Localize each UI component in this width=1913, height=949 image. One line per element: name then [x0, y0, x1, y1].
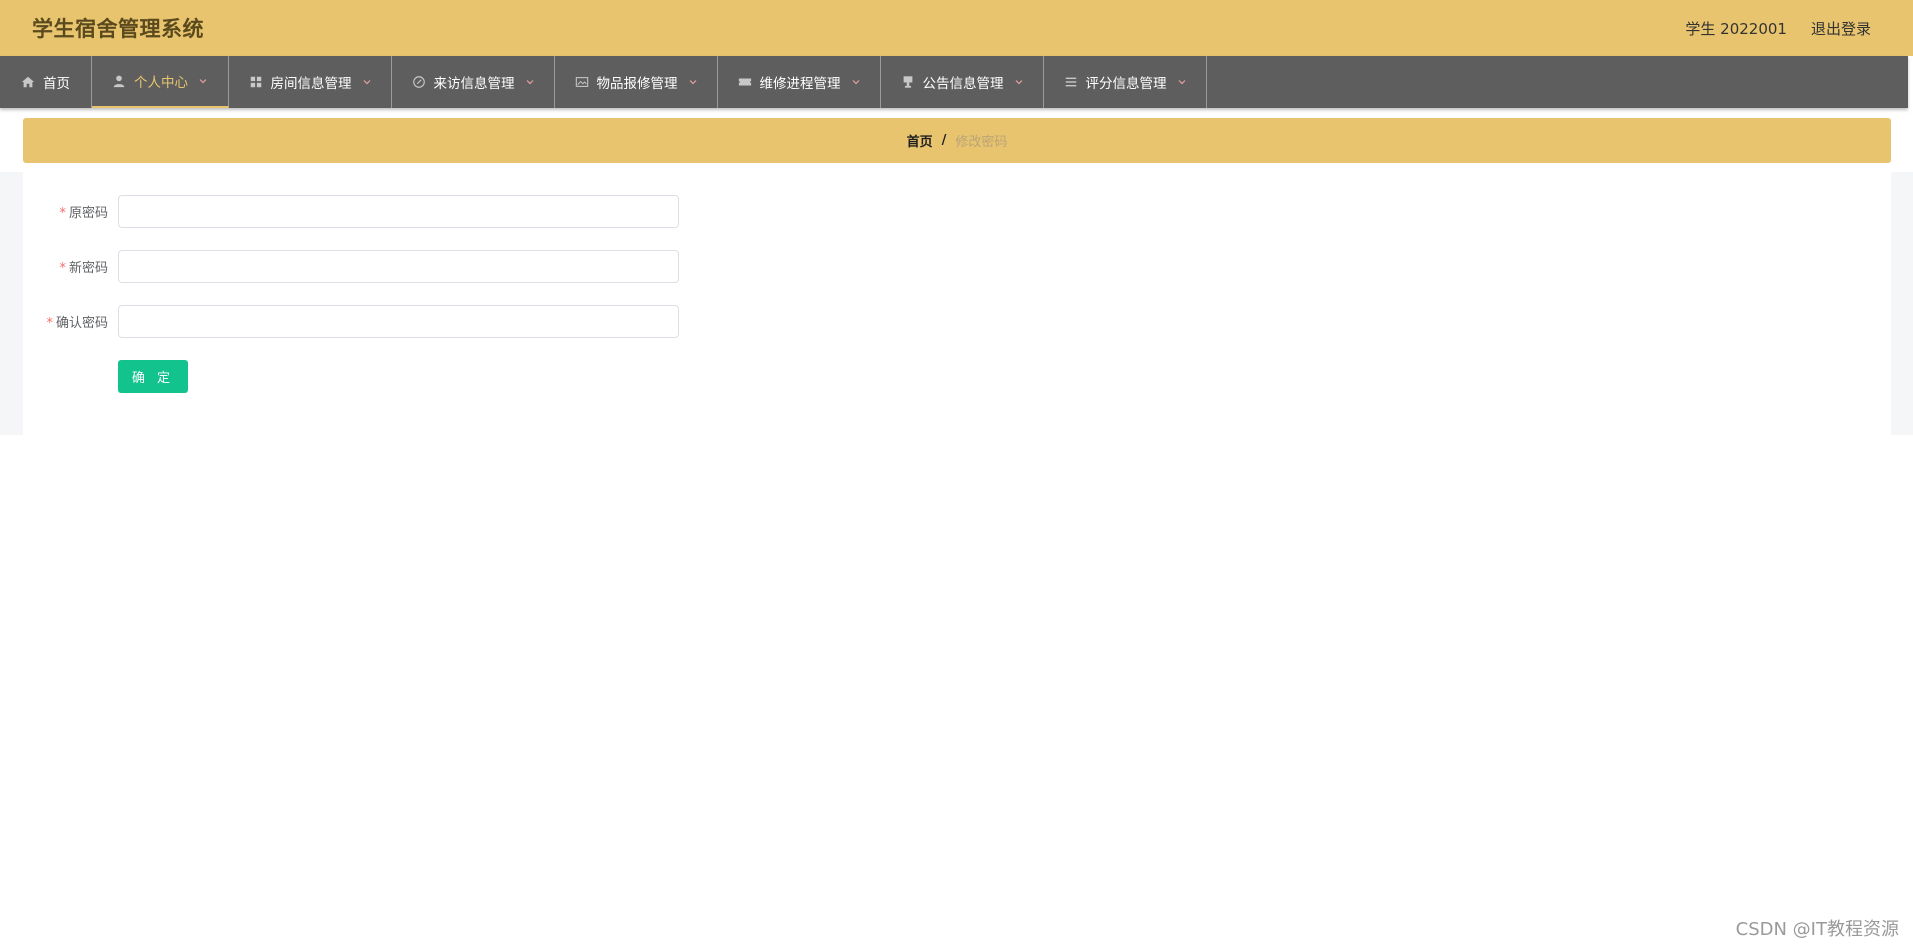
nav-item-repair-request[interactable]: 物品报修管理 — [555, 56, 718, 108]
old-password-input[interactable] — [118, 195, 679, 228]
nav-item-label: 个人中心 — [134, 75, 188, 91]
nav-item-label: 评分信息管理 — [1085, 76, 1167, 92]
chevron-down-icon — [198, 76, 208, 86]
breadcrumb-home[interactable]: 首页 — [907, 131, 933, 150]
compass-icon — [412, 75, 426, 89]
nav-item-visitor-info[interactable]: 来访信息管理 — [392, 56, 555, 108]
nav-item-label: 首页 — [43, 76, 70, 92]
list-icon — [1064, 75, 1078, 89]
breadcrumb-separator: / — [941, 133, 947, 148]
new-password-label: * 新密码 — [59, 261, 108, 276]
new-password-input[interactable] — [118, 250, 679, 283]
change-password-form: * 原密码 * 新密码 * 确认密码 确 定 — [23, 172, 1891, 435]
user-area: 学生 2022001 退出登录 — [1685, 18, 1871, 39]
picture-icon — [575, 75, 589, 89]
stamp-icon — [901, 75, 915, 89]
old-password-label: * 原密码 — [59, 206, 108, 221]
nav-item-label: 来访信息管理 — [433, 76, 515, 92]
nav-item-room-info[interactable]: 房间信息管理 — [229, 56, 392, 108]
grid-icon — [249, 75, 263, 89]
chevron-down-icon — [851, 77, 861, 87]
nav-item-announcement[interactable]: 公告信息管理 — [881, 56, 1044, 108]
chevron-down-icon — [525, 77, 535, 87]
confirm-password-label: * 确认密码 — [46, 316, 108, 331]
home-icon — [21, 75, 35, 89]
breadcrumb-current: 修改密码 — [955, 135, 1008, 150]
main-nav: 首页 个人中心 房间信息管理 来访信息管理 物品报修管理 维修进程管理 公告信息… — [0, 56, 1908, 108]
nav-item-label: 公告信息管理 — [922, 76, 1004, 92]
nav-item-label: 物品报修管理 — [596, 76, 678, 92]
nav-item-personal-center[interactable]: 个人中心 — [92, 56, 229, 108]
chevron-down-icon — [688, 77, 698, 87]
app-title: 学生宿舍管理系统 — [32, 17, 204, 41]
form-row-old-password: * 原密码 — [23, 195, 679, 228]
breadcrumb: 首页 / 修改密码 — [23, 118, 1891, 163]
required-mark: * — [59, 206, 66, 221]
nav-item-repair-progress[interactable]: 维修进程管理 — [718, 56, 881, 108]
logout-link[interactable]: 退出登录 — [1811, 18, 1871, 39]
form-row-new-password: * 新密码 — [23, 250, 679, 283]
form-row-confirm-password: * 确认密码 — [23, 305, 679, 338]
current-user: 学生 2022001 — [1685, 20, 1787, 38]
required-mark: * — [59, 261, 66, 276]
chevron-down-icon — [362, 77, 372, 87]
nav-item-label: 维修进程管理 — [759, 76, 841, 92]
chevron-down-icon — [1014, 77, 1024, 87]
content-area: * 原密码 * 新密码 * 确认密码 确 定 — [0, 172, 1913, 435]
confirm-button[interactable]: 确 定 — [118, 360, 188, 393]
watermark: CSDN @IT教程资源 — [1735, 919, 1899, 940]
top-header: 学生宿舍管理系统 学生 2022001 退出登录 — [0, 0, 1913, 56]
required-mark: * — [46, 316, 53, 331]
nav-item-home[interactable]: 首页 — [0, 56, 92, 108]
nav-item-rating[interactable]: 评分信息管理 — [1044, 56, 1207, 108]
ticket-icon — [738, 75, 752, 89]
confirm-password-input[interactable] — [118, 305, 679, 338]
chevron-down-icon — [1177, 77, 1187, 87]
nav-item-label: 房间信息管理 — [270, 76, 352, 92]
user-icon — [112, 74, 126, 88]
